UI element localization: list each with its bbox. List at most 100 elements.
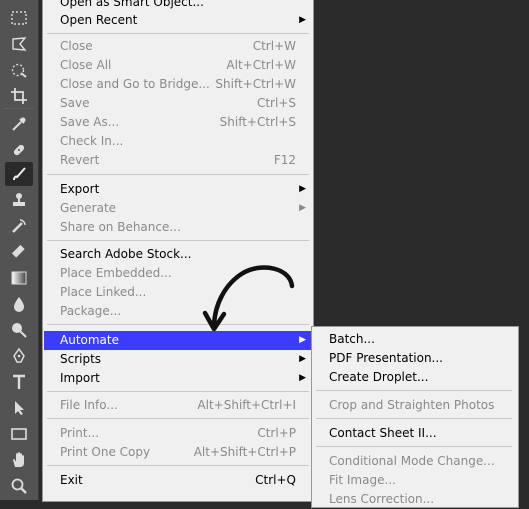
menu-item-label: Share on Behance... (60, 220, 181, 234)
submenu-item-label: Batch... (329, 332, 375, 346)
menu-item-label: Export (60, 182, 100, 196)
gradient-tool-icon[interactable] (5, 266, 33, 290)
menu-item-automate[interactable]: Automate ▶ (44, 331, 312, 350)
menu-item-label: Close All (60, 58, 112, 72)
submenu-arrow-icon: ▶ (299, 15, 306, 25)
submenu-item-label: PDF Presentation... (329, 351, 443, 365)
menu-item-print[interactable]: Print... Ctrl+P (44, 424, 312, 443)
pen-tool-icon[interactable] (5, 344, 33, 368)
submenu-item-label: Crop and Straighten Photos (329, 398, 495, 412)
menu-separator (47, 391, 309, 392)
submenu-item-crop-and-straighten[interactable]: Crop and Straighten Photos (313, 396, 517, 415)
menu-item-label: Open Recent (60, 13, 138, 27)
file-menu: Open as Smart Object... Open Recent ▶ Cl… (42, 0, 314, 502)
menu-item-label: Place Linked... (60, 285, 147, 299)
menu-item-shortcut: Alt+Shift+Ctrl+P (193, 445, 296, 459)
menu-item-close-all[interactable]: Close All Alt+Ctrl+W (44, 56, 312, 75)
menu-item-label: Exit (60, 473, 83, 487)
tools-panel (0, 0, 39, 500)
submenu-item-label: Conditional Mode Change... (329, 454, 495, 468)
menu-item-shortcut: Ctrl+Q (255, 473, 296, 487)
menu-item-shortcut: Ctrl+S (256, 96, 296, 110)
menu-separator (47, 33, 309, 34)
menu-item-revert[interactable]: Revert F12 (44, 151, 312, 170)
menu-separator (316, 446, 512, 447)
menu-item-shortcut: Shift+Ctrl+W (215, 77, 296, 91)
menu-item-import[interactable]: Import ▶ (44, 369, 312, 388)
submenu-arrow-icon: ▶ (299, 335, 306, 345)
quick-selection-tool-icon[interactable] (5, 58, 33, 82)
menu-item-open-recent[interactable]: Open Recent ▶ (44, 11, 312, 30)
menu-separator (316, 418, 512, 419)
menu-item-search-adobe-stock[interactable]: Search Adobe Stock... (44, 245, 312, 264)
menu-item-save[interactable]: Save Ctrl+S (44, 94, 312, 113)
menu-item-share-on-behance[interactable]: Share on Behance... (44, 218, 312, 237)
submenu-item-conditional-mode-change[interactable]: Conditional Mode Change... (313, 452, 517, 471)
submenu-arrow-icon: ▶ (299, 373, 306, 383)
menu-separator (47, 240, 309, 241)
submenu-item-create-droplet[interactable]: Create Droplet... (313, 368, 517, 387)
menu-item-shortcut: Ctrl+W (252, 39, 296, 53)
menu-item-export[interactable]: Export ▶ (44, 180, 312, 199)
menu-separator (47, 418, 309, 419)
marquee-tool-icon[interactable] (5, 6, 33, 30)
lasso-tool-icon[interactable] (5, 32, 33, 56)
type-tool-icon[interactable] (5, 370, 33, 394)
menu-item-print-one-copy[interactable]: Print One Copy Alt+Shift+Ctrl+P (44, 443, 312, 462)
menu-item-label: File Info... (60, 398, 118, 412)
automate-submenu: Batch... PDF Presentation... Create Drop… (311, 326, 519, 508)
submenu-item-fit-image[interactable]: Fit Image... (313, 471, 517, 490)
menu-separator (47, 174, 309, 175)
menu-item-label: Place Embedded... (60, 266, 172, 280)
menu-item-label: Scripts (60, 352, 102, 366)
menu-item-shortcut: Ctrl+P (257, 426, 296, 440)
menu-item-label: Search Adobe Stock... (60, 247, 192, 261)
submenu-arrow-icon: ▶ (299, 203, 306, 213)
hand-tool-icon[interactable] (5, 448, 33, 472)
healing-brush-tool-icon[interactable] (5, 138, 33, 162)
menu-item-label: Save (60, 96, 90, 110)
menu-item-check-in[interactable]: Check In... (44, 132, 312, 151)
submenu-item-label: Fit Image... (329, 473, 396, 487)
menu-item-scripts[interactable]: Scripts ▶ (44, 350, 312, 369)
menu-item-exit[interactable]: Exit Ctrl+Q (44, 471, 312, 490)
menu-item-generate[interactable]: Generate ▶ (44, 199, 312, 218)
menu-item-label: Generate (60, 201, 117, 215)
brush-tool-icon[interactable] (5, 162, 33, 186)
submenu-item-contact-sheet[interactable]: Contact Sheet II... (313, 424, 517, 443)
menu-separator (316, 390, 512, 391)
menu-item-save-as[interactable]: Save As... Shift+Ctrl+S (44, 113, 312, 132)
submenu-arrow-icon: ▶ (299, 354, 306, 364)
submenu-item-pdf-presentation[interactable]: PDF Presentation... (313, 349, 517, 368)
menu-item-label: Import (60, 371, 100, 385)
menu-item-shortcut: Alt+Ctrl+W (226, 58, 296, 72)
clone-stamp-tool-icon[interactable] (5, 188, 33, 212)
eraser-tool-icon[interactable] (5, 240, 33, 264)
dodge-tool-icon[interactable] (5, 318, 33, 342)
menu-item-close[interactable]: Close Ctrl+W (44, 37, 312, 56)
menu-item-shortcut: Alt+Shift+Ctrl+I (197, 398, 296, 412)
crop-tool-icon[interactable] (5, 84, 33, 108)
submenu-item-label: Create Droplet... (329, 370, 429, 384)
menu-item-file-info[interactable]: File Info... Alt+Shift+Ctrl+I (44, 396, 312, 415)
submenu-item-batch[interactable]: Batch... (313, 330, 517, 349)
rectangle-tool-icon[interactable] (5, 422, 33, 446)
menu-item-label: Close (60, 39, 93, 53)
menu-item-label: Print One Copy (60, 445, 151, 459)
blur-tool-icon[interactable] (5, 292, 33, 316)
history-brush-tool-icon[interactable] (5, 214, 33, 238)
menu-item-package[interactable]: Package... (44, 302, 312, 321)
menu-item-label: Package... (60, 304, 122, 318)
menu-item-place-embedded[interactable]: Place Embedded... (44, 264, 312, 283)
path-selection-tool-icon[interactable] (5, 396, 33, 420)
submenu-item-label: Contact Sheet II... (329, 426, 437, 440)
menu-item-label: Save As... (60, 115, 120, 129)
menu-separator (47, 465, 309, 466)
menu-item-label: Automate (60, 333, 119, 347)
menu-item-close-and-go-to-bridge[interactable]: Close and Go to Bridge... Shift+Ctrl+W (44, 75, 312, 94)
menu-item-place-linked[interactable]: Place Linked... (44, 283, 312, 302)
menu-item-shortcut: Shift+Ctrl+S (219, 115, 296, 129)
zoom-tool-icon[interactable] (5, 474, 33, 498)
eyedropper-tool-icon[interactable] (5, 112, 33, 136)
submenu-arrow-icon: ▶ (299, 184, 306, 194)
